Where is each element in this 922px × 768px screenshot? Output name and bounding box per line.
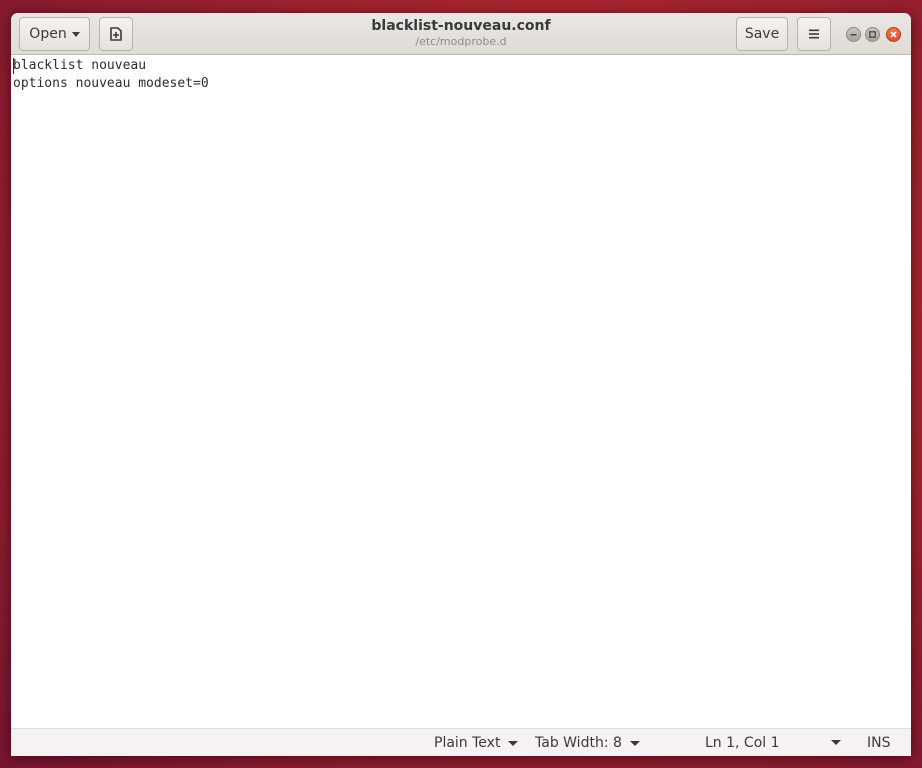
chevron-down-icon	[71, 31, 80, 37]
maximize-icon	[869, 31, 876, 38]
gedit-window: Open blacklist-nouveau.conf /etc/modprob…	[11, 13, 911, 756]
menu-button[interactable]	[797, 17, 831, 51]
insert-mode-label: INS	[867, 735, 891, 751]
save-button-label: Save	[744, 26, 780, 42]
minimize-button[interactable]	[846, 27, 861, 42]
window-title: blacklist-nouveau.conf	[371, 18, 551, 34]
new-document-icon	[110, 27, 122, 41]
cursor-position[interactable]: Ln 1, Col 1	[705, 734, 780, 752]
close-button[interactable]	[886, 27, 901, 42]
new-document-button[interactable]	[99, 17, 133, 51]
chevron-down-icon	[508, 740, 519, 746]
headerbar: Open blacklist-nouveau.conf /etc/modprob…	[11, 13, 911, 55]
open-button-label: Open	[29, 26, 67, 42]
maximize-button[interactable]	[865, 27, 880, 42]
language-label: Plain Text	[434, 735, 501, 751]
hamburger-menu-icon	[809, 29, 819, 39]
save-button[interactable]: Save	[736, 17, 788, 51]
open-button[interactable]: Open	[19, 17, 90, 51]
window-subtitle: /etc/modprobe.d	[415, 35, 507, 48]
tab-width-selector[interactable]: Tab Width: 8	[535, 734, 640, 752]
text-cursor	[13, 58, 14, 74]
chevron-down-icon	[629, 740, 640, 746]
language-selector[interactable]: Plain Text	[434, 734, 519, 752]
minimize-icon	[850, 34, 857, 36]
tab-width-label: Tab Width: 8	[535, 735, 622, 751]
cursor-position-label: Ln 1, Col 1	[705, 735, 780, 751]
editor-line-1[interactable]: blacklist nouveau	[13, 57, 911, 75]
text-editor[interactable]: blacklist nouveau options nouveau modese…	[11, 55, 911, 728]
close-icon	[890, 31, 897, 38]
insert-mode-indicator: INS	[867, 734, 891, 752]
statusbar: Plain Text Tab Width: 8 Ln 1, Col 1 INS	[11, 728, 911, 756]
chevron-down-icon[interactable]	[831, 740, 841, 745]
editor-line-2[interactable]: options nouveau modeset=0	[13, 75, 911, 93]
title-block: blacklist-nouveau.conf /etc/modprobe.d	[261, 18, 661, 49]
